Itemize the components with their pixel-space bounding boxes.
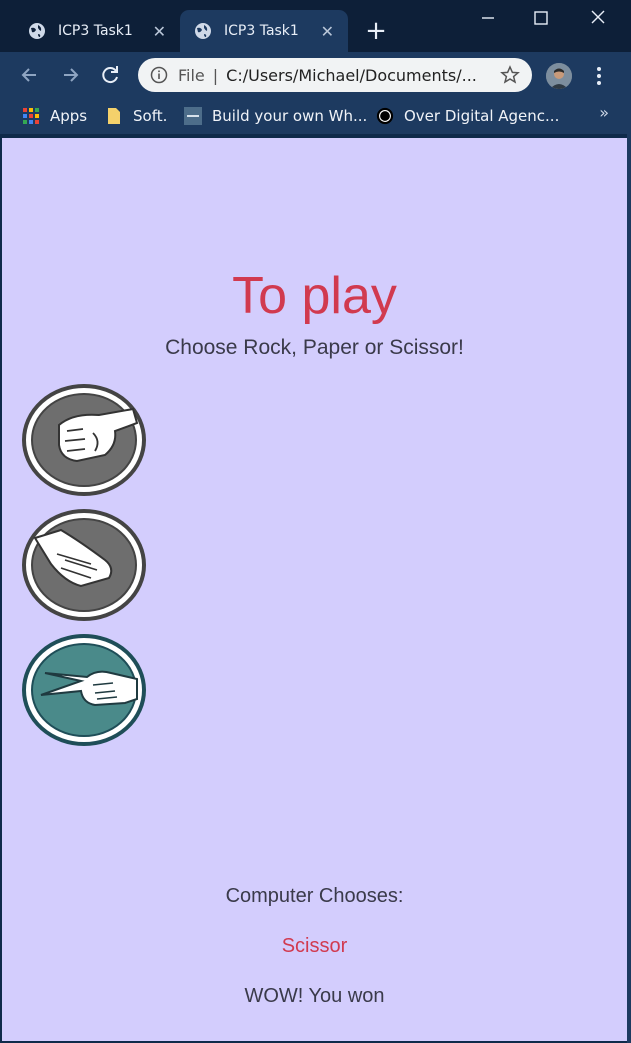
person-icon (546, 63, 572, 89)
browser-titlebar: ICP3 Task1 ✕ ICP3 Task1 ✕ + (0, 0, 631, 52)
menu-dots-icon[interactable] (590, 64, 608, 88)
tab-title: ICP3 Task1 (58, 23, 133, 39)
reload-icon[interactable] (96, 61, 124, 89)
globe-icon (29, 23, 45, 39)
address-separator: | (212, 65, 219, 85)
apps-grid-icon (23, 108, 39, 124)
maximize-icon[interactable] (527, 6, 555, 30)
forward-arrow-icon[interactable] (56, 61, 84, 89)
close-window-icon[interactable] (584, 6, 612, 30)
bookmark-label: Apps (50, 107, 88, 125)
bookmark-label: Over Digital Agenc... (404, 107, 560, 125)
bookmark-label: Build your own Wh... (212, 107, 368, 125)
window-edge (627, 52, 631, 1043)
profile-avatar[interactable] (546, 63, 572, 89)
tab-icp3-task1-first[interactable]: ICP3 Task1 ✕ (14, 10, 180, 52)
bookmarks-bar: Apps Soft. Build your own Wh... Over Dig… (0, 98, 631, 134)
more-bookmarks-icon[interactable]: » (599, 103, 609, 122)
computer-choice-label: Computer Chooses: (225, 885, 404, 907)
bookmark-soft[interactable]: Soft. (105, 104, 167, 128)
bookmark-label: Soft. (133, 107, 168, 125)
page-subtitle: Choose Rock, Paper or Scissor! (165, 336, 464, 359)
scheme-label: File (178, 65, 205, 85)
bookmark-build-your-own[interactable]: Build your own Wh... (184, 104, 367, 128)
close-tab-icon[interactable]: ✕ (321, 22, 334, 41)
page-title: To play (232, 267, 397, 325)
bookmark-apps[interactable]: Apps (22, 104, 87, 128)
tab-icp3-task1-active[interactable]: ICP3 Task1 ✕ (180, 10, 348, 52)
address-bar[interactable]: File | C:/Users/Michael/Documents/... (138, 58, 532, 92)
back-arrow-icon[interactable] (16, 61, 44, 89)
globe-icon (195, 23, 211, 39)
url-text[interactable]: C:/Users/Michael/Documents/... (226, 66, 476, 85)
bookmark-star-icon[interactable] (500, 65, 520, 85)
site-thumbnail-icon (184, 107, 202, 125)
computer-choice-value: Scissor (281, 935, 348, 957)
tab-title: ICP3 Task1 (224, 23, 299, 39)
game-result: WOW! You won (244, 985, 385, 1007)
paper-button[interactable] (21, 508, 147, 622)
minimize-icon[interactable] (474, 6, 502, 30)
bookmark-over-digital[interactable]: Over Digital Agenc... (376, 104, 559, 128)
info-icon[interactable] (150, 66, 168, 84)
ring-logo-icon (376, 107, 394, 125)
new-tab-button[interactable]: + (362, 18, 390, 46)
close-tab-icon[interactable]: ✕ (153, 22, 166, 41)
page-content: To play Choose Rock, Paper or Scissor! C… (2, 138, 627, 1041)
browser-toolbar: File | C:/Users/Michael/Documents/... (0, 52, 631, 98)
folder-icon (108, 108, 120, 124)
rock-button[interactable] (21, 383, 147, 497)
scissor-button[interactable] (21, 633, 147, 747)
